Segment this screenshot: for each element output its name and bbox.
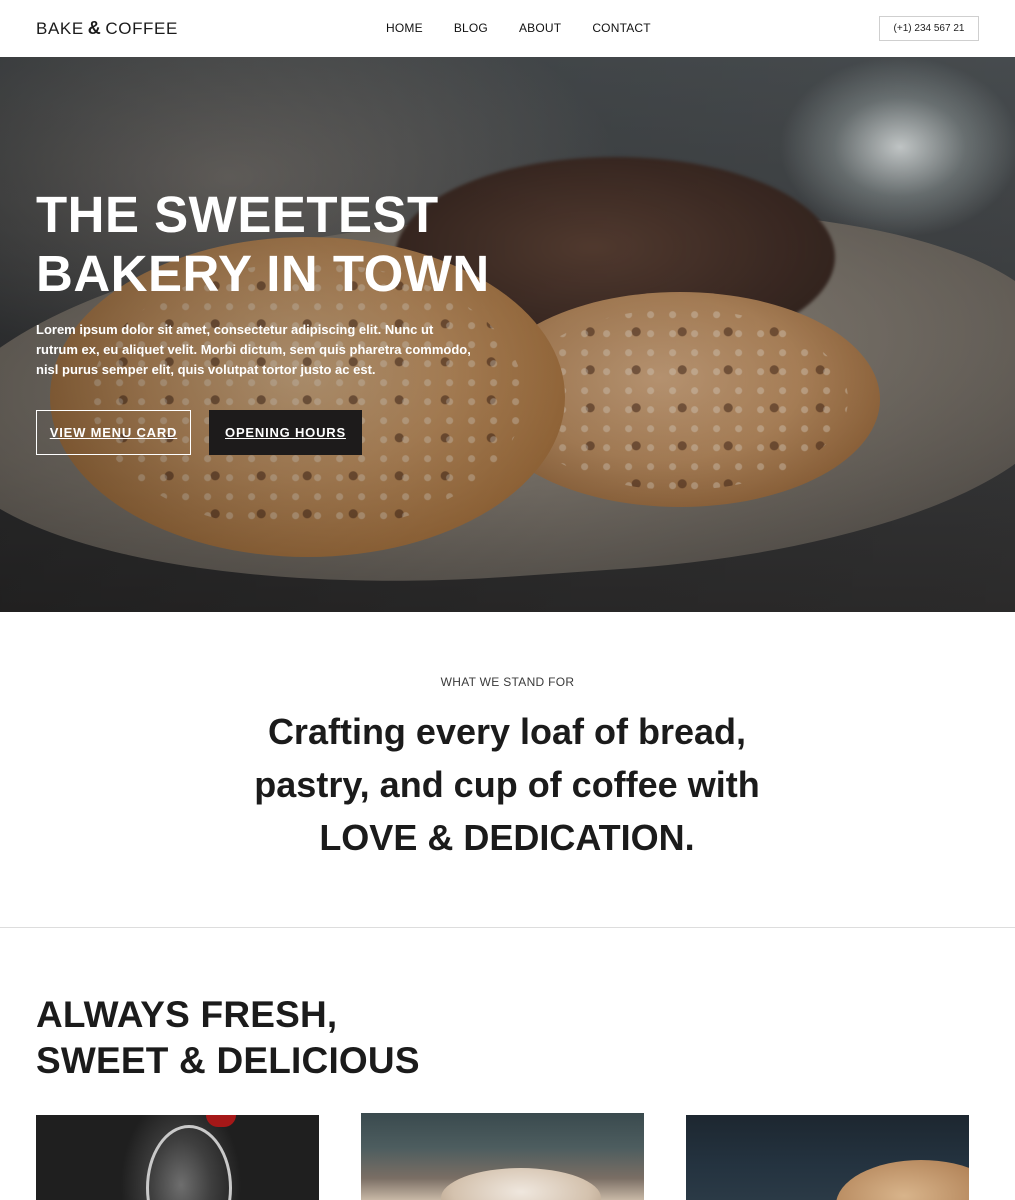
nav-home-link[interactable]: HOME xyxy=(386,21,423,35)
logo-text-bake: BAKE xyxy=(36,18,84,38)
brand-logo[interactable]: BAKE & COFFEE xyxy=(36,18,178,39)
values-statement: Crafting every loaf of bread, pastry, an… xyxy=(207,705,807,864)
values-eyebrow: WHAT WE STAND FOR xyxy=(440,675,575,689)
hero-title-line1: THE SWEETEST xyxy=(36,186,439,243)
hero-title: THE SWEETEST BAKERY IN TOWN xyxy=(36,185,536,303)
section-divider xyxy=(0,927,1015,928)
nav-about-link[interactable]: ABOUT xyxy=(519,21,561,35)
phone-button[interactable]: (+1) 234 567 21 xyxy=(879,16,979,41)
logo-text-coffee: COFFEE xyxy=(105,18,178,38)
nav-contact-link[interactable]: CONTACT xyxy=(592,21,651,35)
nav-blog-link[interactable]: BLOG xyxy=(454,21,488,35)
fresh-section-title: ALWAYS FRESH, SWEET & DELICIOUS xyxy=(36,992,420,1084)
fresh-title-line2: SWEET & DELICIOUS xyxy=(36,1040,420,1081)
product-card-bread-image[interactable] xyxy=(686,1115,969,1200)
product-card-pastry-image[interactable] xyxy=(361,1113,644,1200)
values-line3: LOVE & DEDICATION. xyxy=(319,817,695,858)
hero-description: Lorem ipsum dolor sit amet, consectetur … xyxy=(36,322,471,377)
values-line1: Crafting every loaf of bread, xyxy=(267,711,747,752)
logo-ampersand: & xyxy=(87,18,102,38)
site-header: BAKE & COFFEE HOME BLOG ABOUT CONTACT (+… xyxy=(0,0,1015,57)
values-line2: pastry, and cup of coffee with xyxy=(254,764,760,805)
hero-title-line2: BAKERY IN TOWN xyxy=(36,245,490,302)
product-card-coffee-image[interactable] xyxy=(36,1115,319,1200)
view-menu-card-button[interactable]: VIEW MENU CARD xyxy=(36,410,191,455)
hero-banner: THE SWEETEST BAKERY IN TOWN Lorem ipsum … xyxy=(0,57,1015,612)
opening-hours-button[interactable]: OPENING HOURS xyxy=(209,410,362,455)
fresh-title-line1: ALWAYS FRESH, xyxy=(36,994,338,1035)
main-nav: HOME BLOG ABOUT CONTACT xyxy=(386,21,651,35)
